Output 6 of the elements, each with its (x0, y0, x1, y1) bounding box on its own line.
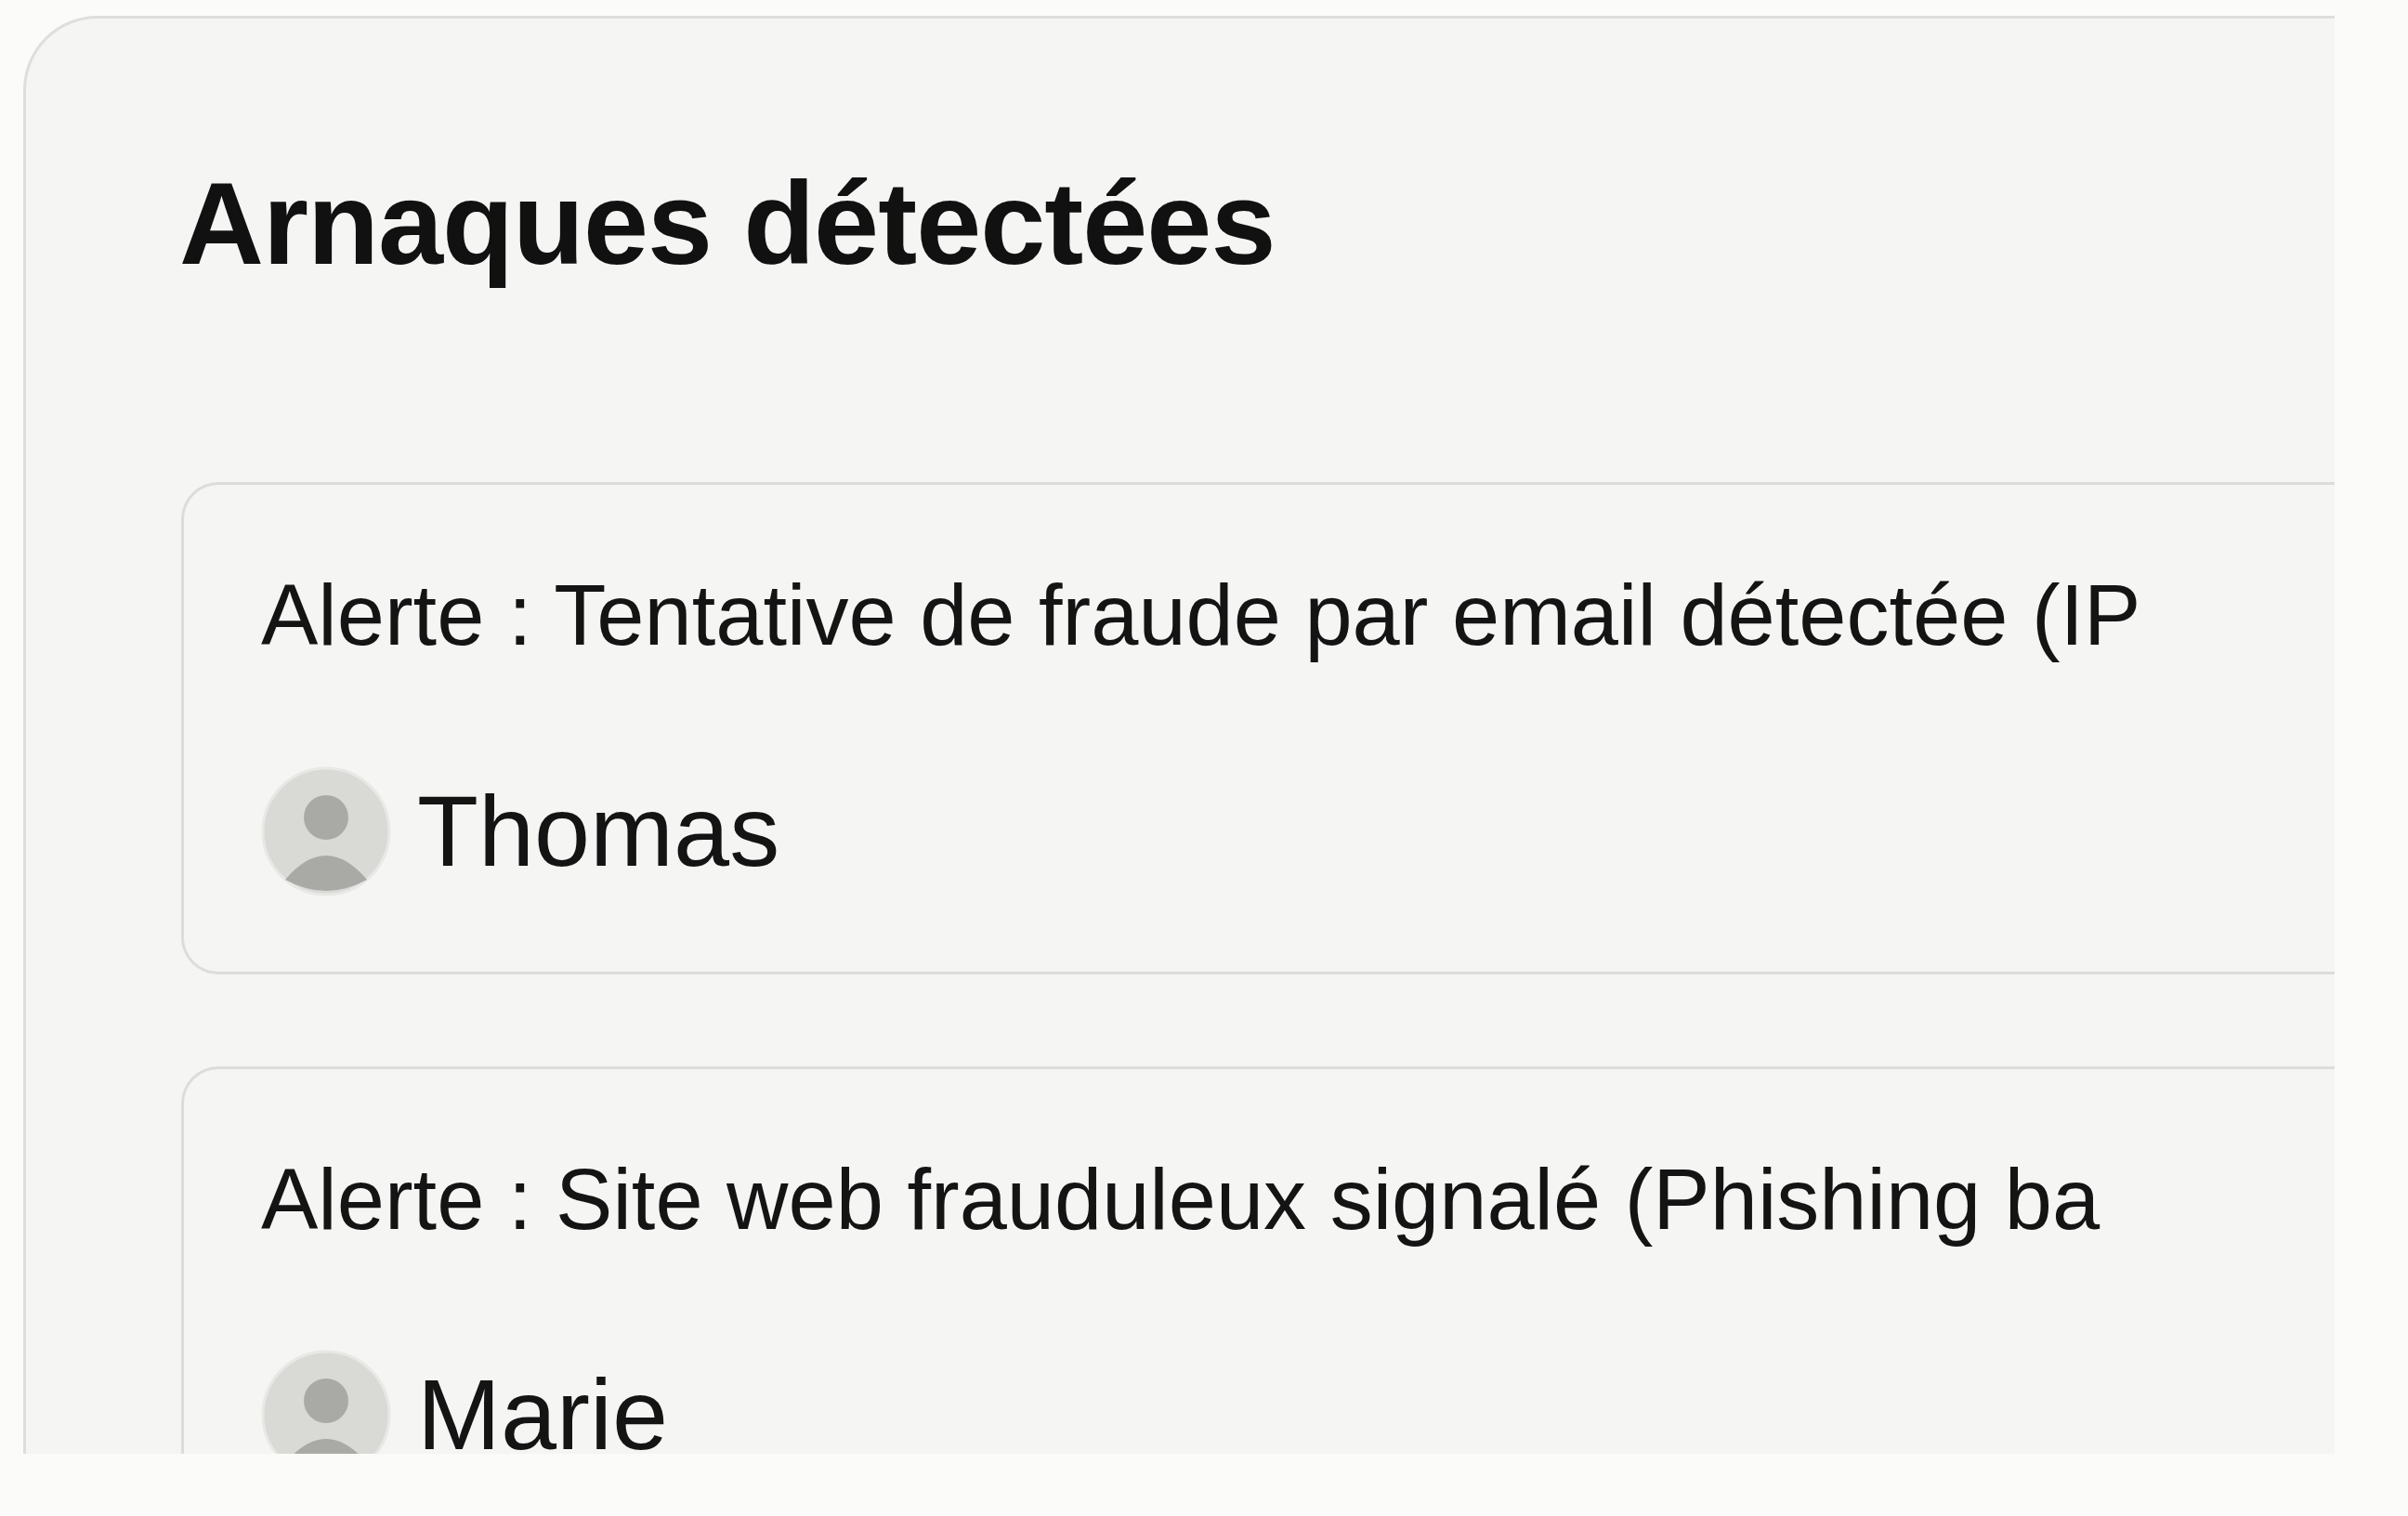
alert-text: Alerte : Tentative de fraude par email détectée (IP (261, 567, 2141, 665)
avatar-icon (261, 765, 391, 896)
person-name: Thomas (417, 773, 780, 889)
alert-text: Alerte : Site web frauduleux signalé (Phishing ba (261, 1150, 2100, 1248)
person-name: Marie (417, 1357, 669, 1454)
panel-title: Arnaques détectées (179, 157, 1276, 291)
